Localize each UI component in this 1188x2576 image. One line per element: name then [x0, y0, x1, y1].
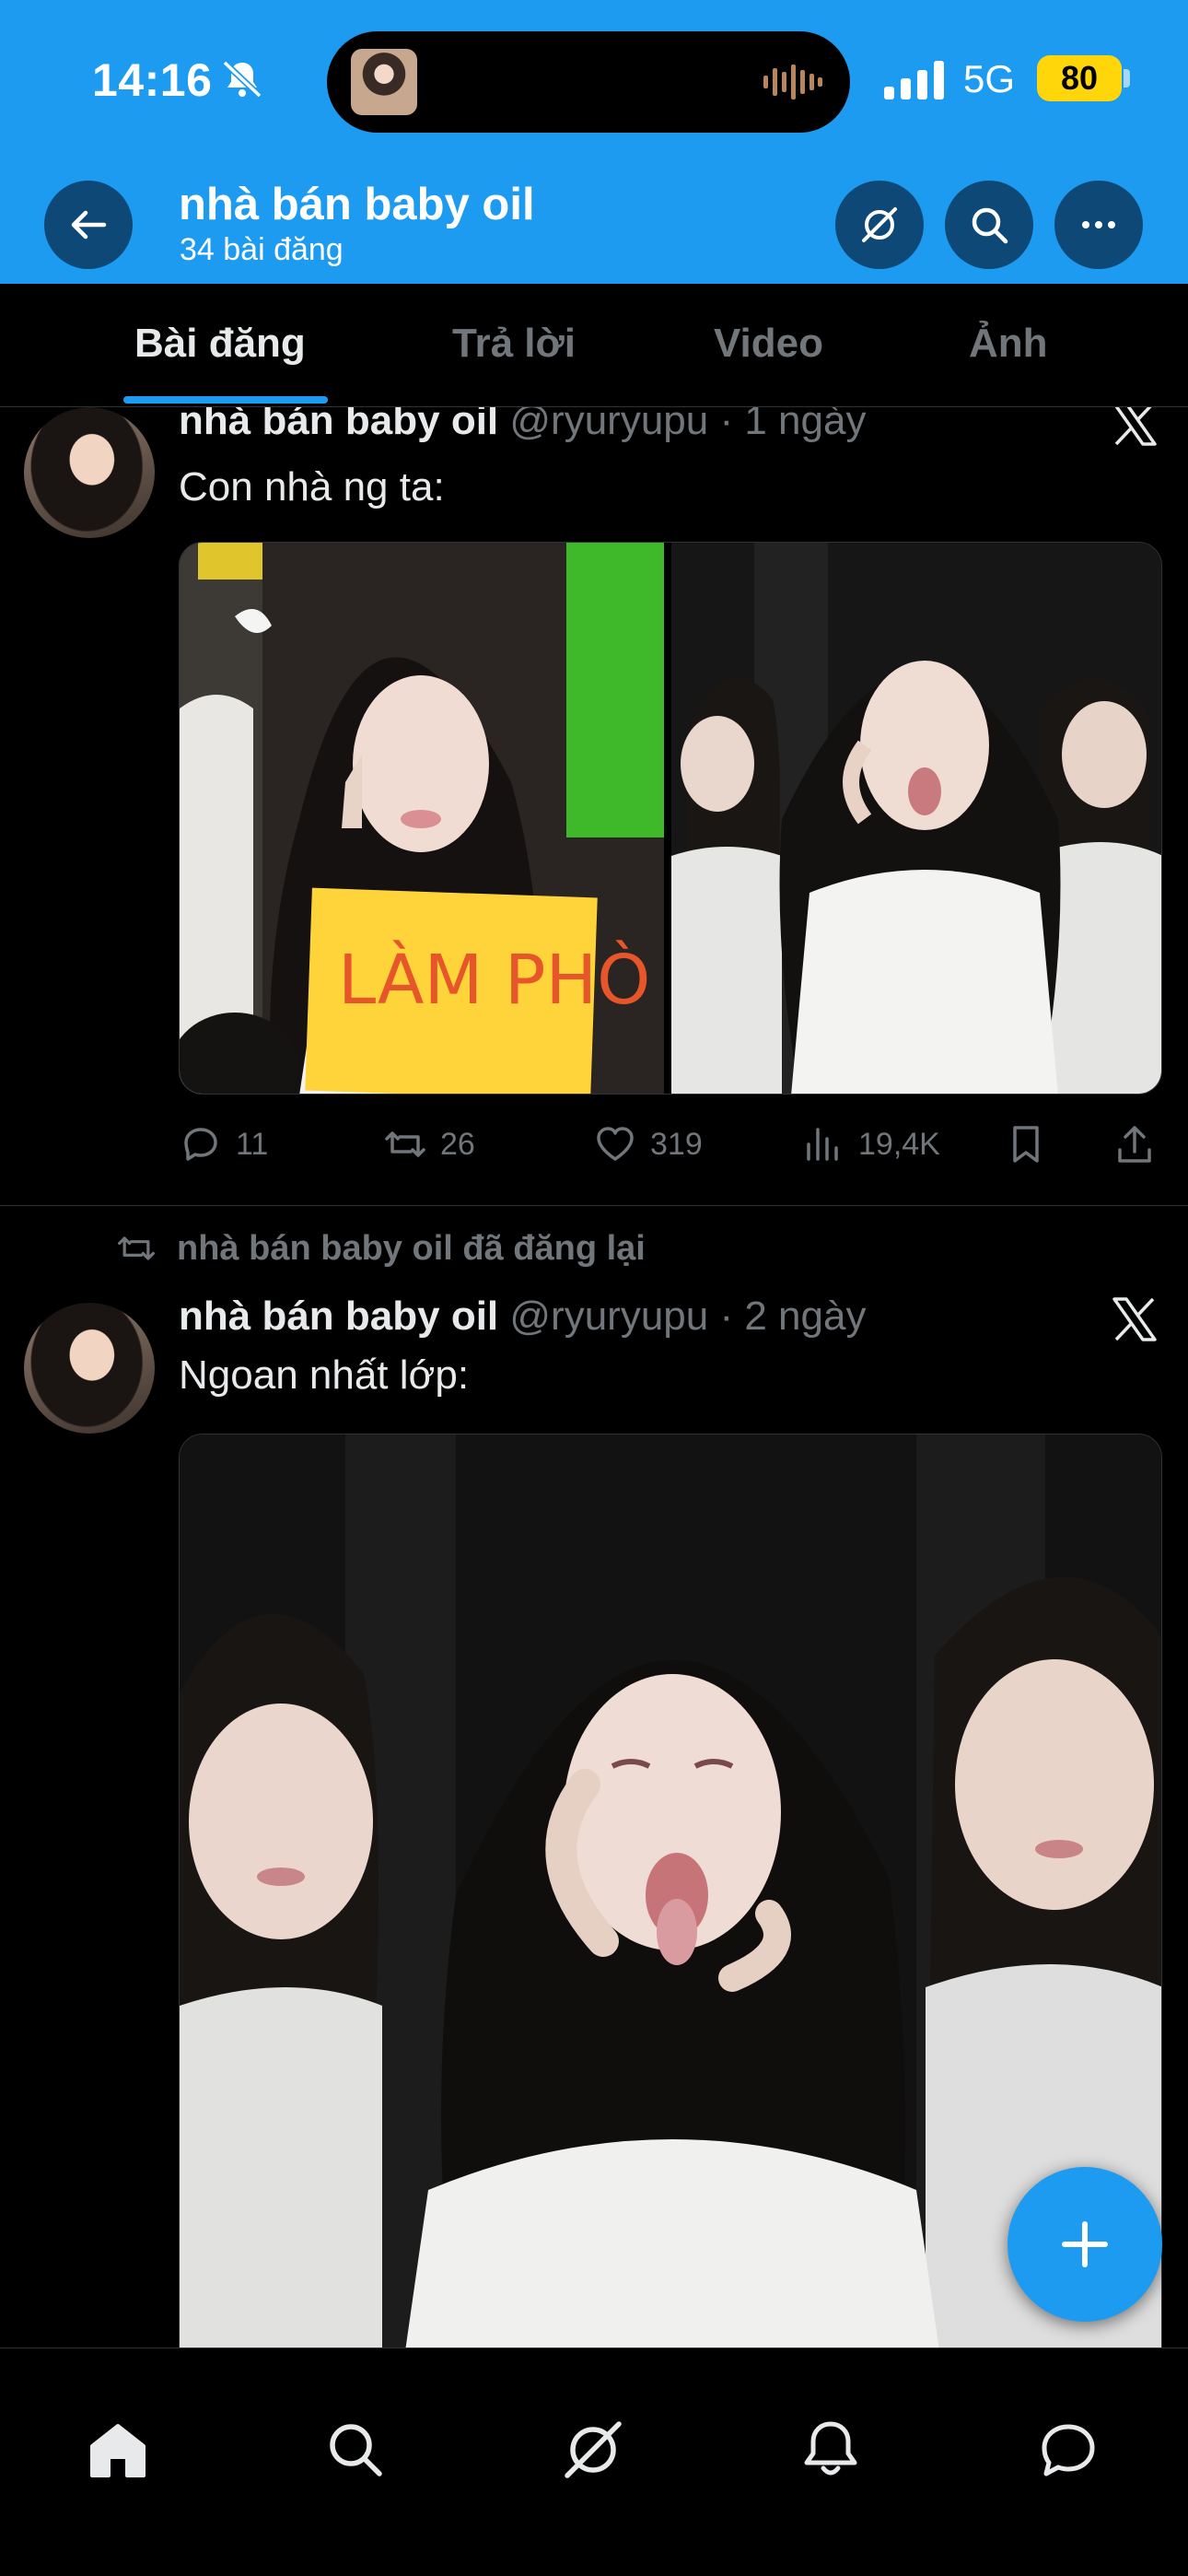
profile-screen: 14:16 5G 80 nhà bán baby oil 34 bài đăng…	[0, 0, 1188, 2576]
post-media[interactable]: LÀM PHÒ	[179, 542, 1162, 1095]
share-action[interactable]	[1112, 1117, 1157, 1172]
repost-action[interactable]: 26	[383, 1117, 475, 1172]
view-count: 19,4K	[858, 1126, 940, 1162]
dynamic-island[interactable]	[327, 31, 850, 133]
like-action[interactable]: 319	[593, 1117, 703, 1172]
repost-label[interactable]: nhà bán baby oil đã đăng lại	[177, 1229, 646, 1269]
author-avatar[interactable]	[24, 1303, 155, 1434]
post-text: Con nhà ng ta:	[179, 464, 445, 509]
post-actions: 11 26 319 19,4K	[179, 1117, 1162, 1172]
profile-title: nhà bán baby oil	[179, 180, 535, 229]
repost-indicator: nhà bán baby oil đã đăng lại	[116, 1225, 646, 1271]
messages-icon[interactable]	[1035, 2417, 1101, 2483]
search-icon[interactable]	[322, 2417, 389, 2483]
notifications-bell-icon[interactable]	[798, 2417, 864, 2483]
reply-count: 11	[236, 1126, 269, 1162]
status-time: 14:16	[92, 54, 213, 106]
author-name[interactable]: nhà bán baby oil	[179, 407, 498, 443]
reply-icon	[184, 1128, 217, 1161]
author-avatar[interactable]	[24, 407, 155, 538]
battery-indicator: 80	[1037, 55, 1122, 101]
post-2[interactable]: nhà bán baby oil đã đăng lại nhà bán bab…	[0, 1205, 1188, 2348]
views-action[interactable]: 19,4K	[801, 1117, 940, 1172]
post-count: 34 bài đăng	[180, 232, 344, 267]
tab-videos[interactable]: Video	[714, 321, 823, 367]
repost-count: 26	[440, 1126, 475, 1162]
post-1[interactable]: nhà bán baby oil @ryuryupu · 1 ngày Con …	[0, 407, 1188, 1205]
photo-left[interactable]: LÀM PHÒ	[180, 543, 664, 1094]
back-button[interactable]	[44, 181, 133, 269]
author-meta: @ryuryupu · 2 ngày	[509, 1294, 866, 1339]
search-icon	[972, 207, 1008, 244]
sign-text: LÀM PHÒ	[338, 939, 650, 1020]
bookmark-action[interactable]	[1004, 1117, 1048, 1172]
status-bar: 14:16 5G 80	[0, 0, 1188, 157]
photo-left-image: LÀM PHÒ	[180, 543, 664, 1094]
grok-button[interactable]	[835, 181, 924, 269]
cellular-signal-icon	[884, 61, 944, 100]
views-chart-icon	[807, 1128, 838, 1161]
active-tab-indicator	[123, 396, 328, 404]
photo-right[interactable]	[671, 543, 1161, 1094]
post-header: nhà bán baby oil @ryuryupu · 1 ngày	[179, 407, 866, 444]
repost-icon	[385, 1131, 425, 1157]
x-logo-icon[interactable]	[1111, 1295, 1159, 1343]
more-options-button[interactable]	[1054, 181, 1143, 269]
tab-posts[interactable]: Bài đăng	[134, 321, 306, 367]
tab-photos[interactable]: Ảnh	[969, 321, 1048, 367]
profile-header: 14:16 5G 80 nhà bán baby oil 34 bài đăng	[0, 0, 1188, 284]
battery-nub	[1124, 69, 1130, 88]
reply-action[interactable]: 11	[179, 1117, 268, 1172]
bell-slash-icon	[222, 60, 262, 99]
posts-feed[interactable]: nhà bán baby oil @ryuryupu · 1 ngày Con …	[0, 407, 1188, 2348]
handle-and-time: @ryuryupu · 1 ngày	[509, 407, 867, 443]
audio-waveform-icon	[763, 64, 822, 100]
author-meta: @ryuryupu · 1 ngày	[509, 407, 866, 443]
compose-button[interactable]	[1007, 2167, 1162, 2322]
more-icon	[1082, 221, 1115, 228]
grok-icon[interactable]	[560, 2417, 626, 2483]
back-arrow-icon	[71, 210, 107, 240]
bookmark-icon	[1013, 1126, 1039, 1163]
search-button[interactable]	[945, 181, 1033, 269]
grok-icon	[862, 207, 897, 242]
network-type: 5G	[963, 57, 1016, 100]
header-nav-row: nhà bán baby oil 34 bài đăng	[0, 175, 1188, 276]
heart-icon	[597, 1127, 634, 1161]
author-name[interactable]: nhà bán baby oil	[179, 1294, 498, 1339]
post-header: nhà bán baby oil @ryuryupu · 2 ngày	[179, 1294, 866, 1340]
plus-icon	[1062, 2221, 1108, 2267]
bottom-navigation	[0, 2348, 1188, 2576]
repost-icon	[118, 1236, 155, 1260]
tab-replies[interactable]: Trả lời	[452, 321, 576, 367]
like-count: 319	[650, 1126, 703, 1162]
x-logo-icon[interactable]	[1111, 407, 1159, 448]
photo-right-image	[671, 543, 1161, 1094]
post-text: Ngoan nhất lớp:	[179, 1352, 470, 1398]
home-icon[interactable]	[85, 2417, 151, 2483]
now-playing-artwork	[351, 49, 417, 115]
share-icon	[1118, 1126, 1151, 1163]
profile-tabs: Bài đăng Trả lời Video Ảnh	[0, 284, 1188, 407]
handle-and-time: @ryuryupu · 2 ngày	[509, 1294, 867, 1339]
